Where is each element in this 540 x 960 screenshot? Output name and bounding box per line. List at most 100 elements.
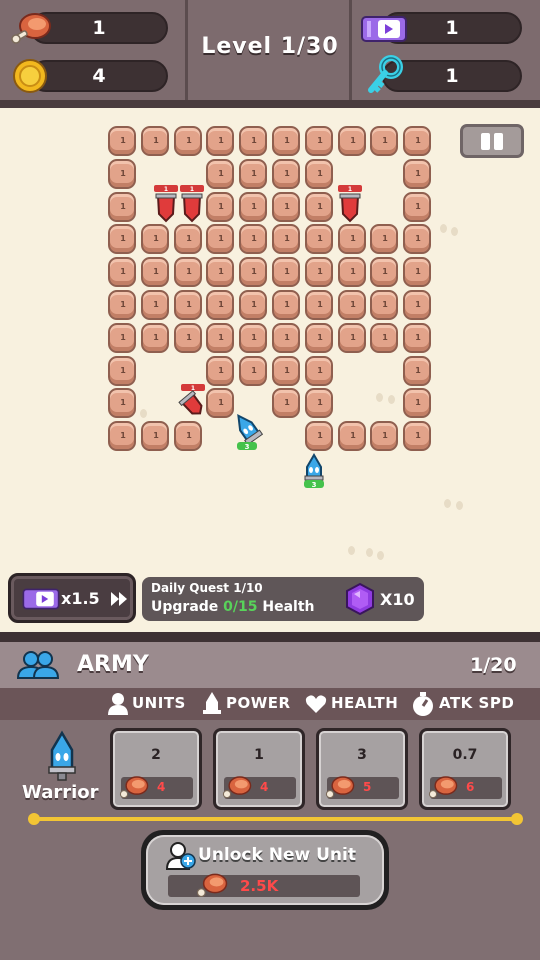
game-board[interactable] [0, 108, 540, 632]
speed-boost-button[interactable]: x1.5 [8, 573, 136, 623]
brick: 1 [305, 421, 333, 451]
brick: 1 [305, 192, 333, 222]
daily-quest-panel[interactable]: Daily Quest 1/10 Upgrade 0/15 Health X10 [142, 577, 424, 621]
brick: 1 [403, 159, 431, 189]
brick-value: 1 [218, 169, 224, 178]
brick: 1 [272, 290, 300, 320]
meat-count: 1 [92, 17, 106, 39]
unit-name: Warrior [22, 782, 99, 803]
health-cost: 5 [363, 780, 372, 794]
brick: 1 [174, 421, 202, 451]
brick: 1 [272, 257, 300, 287]
brick: 1 [239, 224, 267, 254]
brick: 1 [305, 126, 333, 156]
brick: 1 [239, 323, 267, 353]
power-cost: 4 [260, 780, 269, 794]
brick-value: 1 [415, 136, 421, 145]
brick-value: 1 [218, 398, 224, 407]
meat-icon [11, 13, 51, 44]
brick: 1 [239, 159, 267, 189]
key-icon [368, 55, 403, 93]
quest-action: Upgrade [151, 599, 219, 615]
brick-value: 1 [284, 169, 290, 178]
enemy-unit[interactable]: 1 [177, 184, 207, 226]
brick: 1 [403, 126, 431, 156]
brick: 1 [239, 290, 267, 320]
atk-spd-value: 0.7 [452, 747, 478, 763]
brick: 1 [403, 192, 431, 222]
brick: 1 [370, 323, 398, 353]
brick-value: 1 [350, 267, 356, 276]
brick-value: 1 [415, 267, 421, 276]
brick: 1 [174, 126, 202, 156]
brick-value: 1 [251, 300, 257, 309]
units-value: 2 [151, 747, 161, 763]
brick-value: 1 [186, 234, 192, 243]
brick: 1 [108, 388, 136, 418]
brick-value: 1 [317, 234, 323, 243]
svg-text:1: 1 [348, 186, 352, 193]
brick: 1 [305, 323, 333, 353]
brick: 1 [338, 224, 366, 254]
warrior-unit[interactable]: 3 [298, 452, 330, 490]
health-upgrade-card[interactable]: 3 5 [316, 728, 408, 810]
brick-value: 1 [218, 333, 224, 342]
brick-value: 1 [251, 169, 257, 178]
unit-track [34, 817, 518, 821]
units-upgrade-card[interactable]: 2 4 [110, 728, 202, 810]
brick: 1 [141, 421, 169, 451]
brick-value: 1 [251, 202, 257, 211]
brick-value: 1 [153, 300, 159, 309]
boost-multiplier: x1.5 [61, 589, 100, 608]
brick-value: 1 [317, 431, 323, 440]
atk-spd-upgrade-card[interactable]: 0.7 6 [419, 728, 511, 810]
brick-value: 1 [350, 333, 356, 342]
brick-value: 1 [284, 300, 290, 309]
brick: 1 [174, 224, 202, 254]
warrior-unit[interactable]: 3 [230, 410, 264, 452]
brick-value: 1 [120, 202, 126, 211]
meat-icon [325, 776, 355, 799]
brick-value: 1 [415, 398, 421, 407]
army-title: ARMY [77, 652, 149, 677]
brick-value: 1 [317, 136, 323, 145]
brick-value: 1 [382, 136, 388, 145]
meat-icon [222, 776, 252, 799]
track-start-dot [28, 813, 40, 825]
brick-value: 1 [284, 202, 290, 211]
army-icon [16, 651, 60, 679]
brick: 1 [108, 159, 136, 189]
brick: 1 [338, 257, 366, 287]
brick-value: 1 [153, 234, 159, 243]
brick: 1 [403, 421, 431, 451]
enemy-unit[interactable]: 1 [335, 184, 365, 226]
svg-text:1: 1 [190, 186, 194, 193]
brick-value: 1 [317, 267, 323, 276]
brick: 1 [141, 224, 169, 254]
footprint [440, 224, 447, 233]
brick-value: 1 [317, 169, 323, 178]
power-upgrade-card[interactable]: 1 4 [213, 728, 305, 810]
brick-value: 1 [120, 333, 126, 342]
enemy-unit[interactable]: 1 [176, 383, 210, 419]
brick: 1 [108, 126, 136, 156]
coin-counter[interactable]: 4 [30, 60, 168, 92]
brick-value: 1 [350, 234, 356, 243]
brick: 1 [108, 224, 136, 254]
brick: 1 [272, 192, 300, 222]
brick-value: 1 [382, 267, 388, 276]
footprint [366, 548, 373, 557]
unlock-new-unit-button[interactable]: Unlock New Unit 2.5K [141, 830, 389, 910]
brick-value: 1 [415, 234, 421, 243]
level-indicator: Level 1/30 [201, 34, 339, 59]
brick: 1 [239, 257, 267, 287]
brick-value: 1 [317, 202, 323, 211]
brick: 1 [338, 126, 366, 156]
pause-button[interactable] [460, 124, 524, 158]
brick-value: 1 [350, 431, 356, 440]
hud-bottom-border [0, 100, 540, 108]
brick-value: 1 [284, 366, 290, 375]
power-cost-bar: 4 [222, 776, 296, 799]
brick-value: 1 [186, 300, 192, 309]
coin-count: 4 [92, 65, 106, 87]
